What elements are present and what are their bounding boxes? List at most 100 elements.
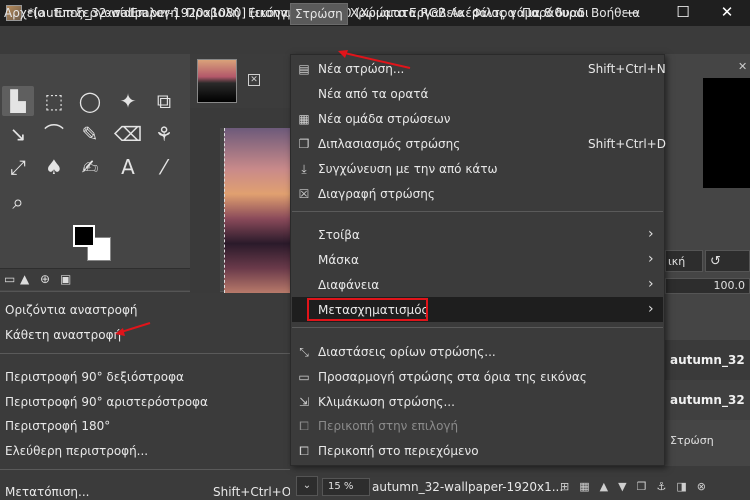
duplicate-icon[interactable]: ❐ [637,480,647,494]
scale-layer-icon: ⇲ [298,395,310,409]
menu-image[interactable]: Εικόνα [248,6,289,20]
delete-layer-icon: ☒ [298,187,310,201]
crop-icon[interactable]: ⧉ [148,86,180,116]
rotate-90-ccw-item[interactable]: Περιστροφή 90° αριστερόστροφα [5,395,208,409]
anchor-icon[interactable]: ⚓ [656,480,666,494]
close-image-tab-icon[interactable]: ✕ [248,74,260,86]
menu-file[interactable]: Αρχείο [4,6,45,20]
menu-layer[interactable]: Στρώση [290,3,348,25]
raise-icon[interactable]: ▲ [600,480,608,494]
color-picker-icon[interactable]: ⁄ [148,152,180,182]
lasso-icon[interactable]: ◯ [74,86,106,116]
duplicate-layer-shortcut: Shift+Ctrl+D [588,137,666,151]
merge-down-icon: ⤓ [301,162,307,176]
unit-dropdown-icon[interactable]: ⌄ [296,476,318,496]
menu-view[interactable]: Προβολή [186,6,240,20]
mask-icon[interactable]: ◨ [676,480,686,494]
new-group-icon[interactable]: ▦ [579,480,589,494]
layer-name[interactable]: autumn_32 [670,353,745,367]
rect-select-icon[interactable]: ⬚ [38,86,70,116]
delete-layer-icon[interactable]: ⊗ [697,480,706,494]
new-layer-shortcut: Shift+Ctrl+N [588,62,666,76]
duplicate-layer-item[interactable]: Διπλασιασμός στρώσης [318,137,460,151]
lower-icon[interactable]: ▼ [618,480,626,494]
submenu-separator [0,469,290,470]
offset-item[interactable]: Μετατόπιση... [5,485,89,499]
menu-select[interactable]: Επιλογή [130,6,178,20]
opacity-field[interactable]: 100.0 [665,278,750,294]
annotation-arrow-submenu [115,322,151,336]
clone-icon[interactable]: ⤢ [2,152,34,182]
submenu-separator [0,353,290,354]
image-canvas[interactable] [224,128,290,293]
menu-edit[interactable]: Επεξεργασία [55,6,132,20]
layer-to-image-size-item[interactable]: Προσαρμογή στρώσης στα όρια της εικόνας [318,370,587,384]
stack-submenu-item[interactable]: Στοίβα [318,228,360,242]
menu-help[interactable]: Βοήθεια [591,6,640,20]
new-layer-group-item[interactable]: Νέα ομάδα στρώσεων [318,112,450,126]
smudge-icon[interactable]: ♠ [38,152,70,182]
crop-to-content-icon: ⧠ [299,444,309,458]
chevron-right-icon: › [648,251,654,267]
duplicate-layer-icon: ❐ [298,137,310,151]
layer-actions-bar: ⊞ ▦ ▲ ▼ ❐ ⚓ ◨ ⊗ [560,480,745,494]
new-layer-icon: ▤ [298,62,310,76]
zoom-level[interactable]: 15 % [322,478,370,496]
transparency-submenu-item[interactable]: Διαφάνεια [318,278,379,292]
offset-shortcut: Shift+Ctrl+O [213,485,292,499]
eraser-icon[interactable]: ⚘ [148,119,180,149]
unified-transform-icon[interactable]: ↘ [2,119,34,149]
new-from-visible-item[interactable]: Νέα από τα ορατά [318,87,428,101]
new-layer-group-icon: ▦ [298,112,310,126]
maximize-button[interactable]: ☐ [660,0,706,26]
layer-boundary-size-item[interactable]: Διαστάσεις ορίων στρώσης... [318,345,496,359]
text-tool-icon[interactable]: A [112,152,144,182]
zoom-tool-icon[interactable]: ⌕ [2,187,34,217]
fuzzy-select-icon[interactable]: ✦ [112,86,144,116]
menu-separator [292,327,663,328]
paths-icon[interactable]: ✍ [74,152,106,182]
merge-down-item[interactable]: Συγχώνευση με την από κάτω [318,162,498,176]
menu-windows[interactable]: Παράθυρα [522,6,584,20]
close-button[interactable]: ✕ [704,0,750,26]
arbitrary-rotation-item[interactable]: Ελεύθερη περιστροφή... [5,444,148,458]
menu-colors[interactable]: Χρώματα [350,6,407,20]
mask-submenu-item[interactable]: Μάσκα [318,253,359,267]
flip-vertical-item[interactable]: Κάθετη αναστροφή [5,328,121,342]
foreground-color-swatch[interactable] [73,225,95,247]
layer-name[interactable]: autumn_32 [670,393,745,407]
close-dock-icon[interactable]: ✕ [738,60,747,73]
chevron-right-icon: › [648,276,654,292]
image-thumbnail[interactable] [197,59,237,103]
undo-history-tab-icon[interactable]: ⊕ [40,272,50,286]
status-text: autumn_32-wallpaper-1920x1... [372,480,564,494]
crop-to-content-item[interactable]: Περικοπή στο περιεχόμενο [318,444,479,458]
delete-layer-item[interactable]: Διαγραφή στρώσης [318,187,435,201]
navigation-preview [703,78,750,188]
align-tool-icon[interactable]: ▙ [2,86,34,116]
undo-icon[interactable]: ↺ [705,250,750,272]
menu-filters[interactable]: Φίλτρα [472,6,515,20]
device-status-tab-icon[interactable]: ▲ [20,272,29,286]
flip-horizontal-item[interactable]: Οριζόντια αναστροφή [5,303,138,317]
vertical-ruler [190,128,220,293]
layer-label: Στρώση [670,434,714,447]
new-layer-icon[interactable]: ⊞ [560,480,569,494]
menu-tools[interactable]: Εργαλεία [409,6,465,20]
crop-to-selection-icon: ⧠ [299,419,309,433]
layer-to-image-size-icon: ▭ [298,370,310,384]
tool-options-tab-icon[interactable]: ▭ [4,272,15,286]
paintbrush-icon[interactable]: ⌫ [112,119,144,149]
transform-highlight-box [307,298,428,321]
rotate-90-cw-item[interactable]: Περιστροφή 90° δεξιόστροφα [5,370,184,384]
boundary-size-icon: ⤡ [299,345,309,359]
layer-mode-select[interactable]: ική [665,250,703,272]
bucket-fill-icon[interactable]: ✎ [74,119,106,149]
scale-layer-item[interactable]: Κλιμάκωση στρώσης... [318,395,455,409]
images-tab-icon[interactable]: ▣ [60,272,71,286]
menu-separator [292,211,663,212]
rotate-180-item[interactable]: Περιστροφή 180° [5,419,110,433]
annotation-arrow-menu [338,50,411,69]
warp-icon[interactable]: ⌒ [38,119,70,149]
chevron-right-icon: › [648,226,654,242]
